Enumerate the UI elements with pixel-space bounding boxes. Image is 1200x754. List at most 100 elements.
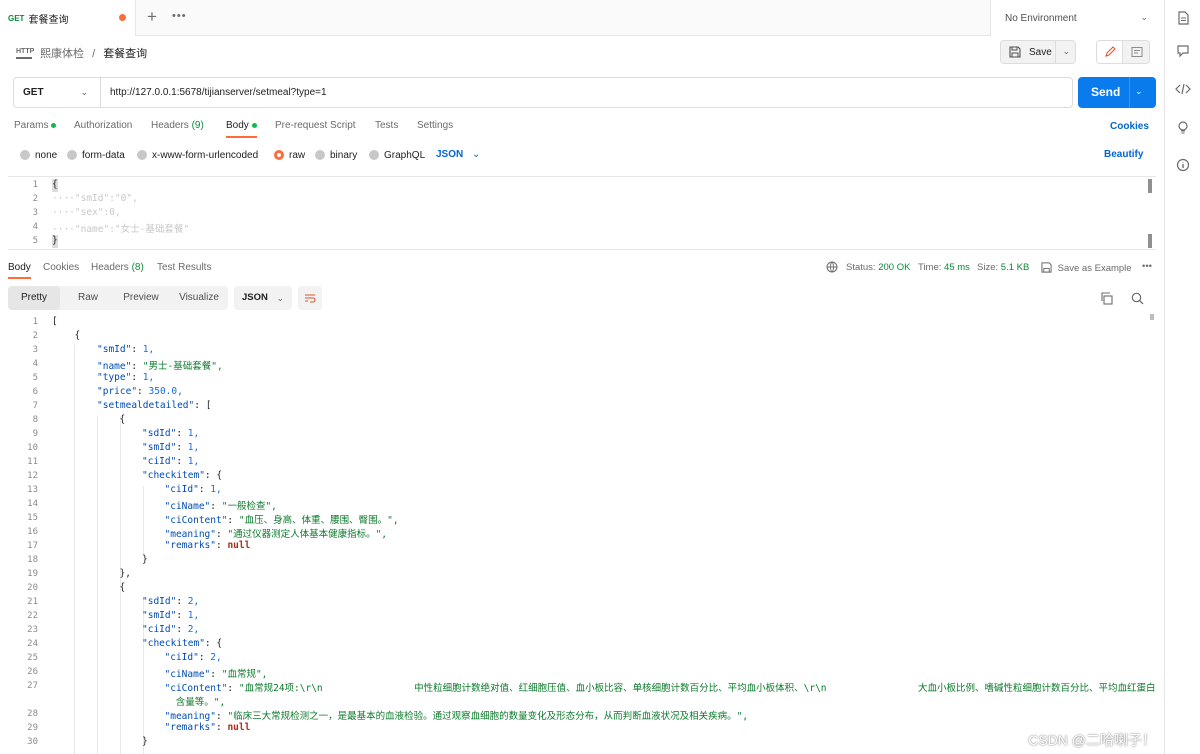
line-number: 19 [27, 569, 38, 579]
beautify-link[interactable]: Beautify [1104, 149, 1143, 160]
view-mode-group: Pretty Raw Preview Visualize [8, 286, 228, 310]
right-sidebar [1164, 0, 1200, 754]
radio-form-data[interactable]: form-data [67, 149, 125, 161]
view-pretty[interactable]: Pretty [8, 286, 60, 310]
code-line: "ciId": 1, [142, 456, 200, 467]
more-tabs-button[interactable]: ••• [172, 10, 187, 22]
request-tab[interactable]: GET 套餐查询 [0, 0, 136, 36]
line-number: 4 [32, 359, 38, 369]
documentation-icon[interactable] [1174, 9, 1192, 27]
globe-icon[interactable] [826, 261, 838, 276]
code-line: { [52, 179, 58, 190]
search-icon[interactable] [1131, 292, 1144, 308]
line-number: 6 [32, 387, 38, 397]
response-body-viewer[interactable]: 1 [2 {3 "smId": 1, 4 "name": "男士-基础套餐", 5 "type… [8, 314, 1156, 754]
body-format-select[interactable]: JSON ⌄ [436, 149, 480, 160]
code-line: "ciName": "一般检查", [164, 501, 277, 512]
view-toggle-group [1096, 40, 1150, 64]
line-number: 10 [27, 443, 38, 453]
line-number: 17 [27, 541, 38, 551]
send-button[interactable]: Send ⌄ [1078, 77, 1156, 108]
code-line: } [52, 235, 58, 246]
view-raw[interactable]: Raw [64, 286, 112, 310]
radio-x-www-form-urlencoded[interactable]: x-www-form-urlencoded [137, 149, 258, 161]
code-line: "name": "男士-基础套餐", [97, 361, 223, 372]
code-line: ····"name":"女士-基础套餐" [52, 224, 190, 235]
copy-icon[interactable] [1100, 292, 1113, 308]
line-number: 5 [32, 373, 38, 383]
radio-none[interactable]: none [20, 149, 57, 161]
url-bar: GET ⌄ http://127.0.0.1:5678/tijianserver… [13, 77, 1073, 108]
breadcrumb-collection[interactable]: 熙康体检 [40, 48, 84, 60]
response-tab-headers[interactable]: Headers (8) [91, 262, 144, 279]
code-line: { [74, 330, 81, 341]
chevron-down-icon[interactable]: ⌄ [1135, 86, 1143, 97]
radio-graphql[interactable]: GraphQL [369, 149, 425, 161]
wrap-lines-icon[interactable] [298, 286, 322, 310]
code-line: } [142, 554, 148, 565]
code-icon[interactable] [1174, 80, 1192, 98]
response-tab-cookies[interactable]: Cookies [43, 262, 79, 279]
code-line: "ciId": 2, [142, 624, 200, 635]
code-line: "sdId": 2, [142, 596, 200, 607]
tab-pre-request-script[interactable]: Pre-request Script [275, 120, 356, 138]
tab-authorization[interactable]: Authorization [74, 120, 132, 138]
params-indicator-dot [51, 122, 57, 128]
response-tab-test-results[interactable]: Test Results [157, 262, 211, 279]
line-number: 24 [27, 639, 38, 649]
breadcrumb: 熙康体检 / 套餐查询 [40, 45, 147, 61]
size-text: Size: 5.1 KB [977, 262, 1030, 273]
environment-selector[interactable]: No Environment ⌄ [990, 0, 1164, 36]
view-visualize[interactable]: Visualize [170, 286, 228, 310]
edit-pencil-icon[interactable] [1097, 41, 1123, 63]
new-tab-button[interactable]: + [144, 8, 160, 26]
comment-panel-icon[interactable] [1124, 41, 1150, 63]
body-indicator-dot [251, 122, 257, 128]
request-body-editor[interactable]: 1 2 3 4 5 { ····"smId":"0", ····"sex":0,… [8, 176, 1156, 250]
tab-settings[interactable]: Settings [417, 120, 453, 138]
code-line: "checkitem": { [142, 470, 223, 481]
time-text: Time: 45 ms [918, 262, 970, 273]
more-options-button[interactable]: ••• [1142, 261, 1152, 272]
code-line: "remarks": null [164, 540, 251, 551]
tab-title: 套餐查询 [28, 14, 69, 26]
view-preview[interactable]: Preview [116, 286, 166, 310]
code-line: "ciId": 2, [164, 652, 222, 663]
line-number: 3 [32, 345, 38, 355]
method-select[interactable]: GET ⌄ [14, 78, 101, 107]
url-input[interactable]: http://127.0.0.1:5678/tijianserver/setme… [110, 78, 327, 107]
code-line: "smId": 1, [97, 344, 155, 355]
tab-body[interactable]: Body [226, 120, 257, 138]
code-line: ····"sex":0, [52, 207, 121, 218]
code-line: ····"smId":"0", [52, 193, 138, 204]
save-icon [1041, 262, 1052, 273]
line-number: 9 [32, 429, 38, 439]
line-number: 15 [27, 513, 38, 523]
tab-params[interactable]: Params [14, 120, 57, 138]
save-button[interactable]: Save ⌄ [1000, 40, 1076, 64]
info-lightbulb-icon[interactable] [1174, 118, 1192, 136]
line-number: 18 [27, 555, 38, 565]
line-number: 1 [32, 317, 38, 327]
cookies-link[interactable]: Cookies [1110, 121, 1149, 132]
code-line: "setmealdetailed": [ [97, 400, 212, 411]
chevron-down-icon[interactable]: ⌄ [1062, 46, 1070, 57]
code-line: [ [52, 316, 58, 327]
response-tab-body[interactable]: Body [8, 262, 31, 279]
comments-icon[interactable] [1174, 42, 1192, 60]
breadcrumb-request[interactable]: 套餐查询 [103, 48, 147, 60]
response-format-select[interactable]: JSON ⌄ [234, 286, 292, 310]
code-line: } [142, 736, 148, 747]
line-number: 29 [27, 723, 38, 733]
info-icon[interactable] [1174, 156, 1192, 174]
tab-headers[interactable]: Headers (9) [151, 120, 204, 138]
headers-count: (9) [191, 120, 204, 131]
line-number: 13 [27, 485, 38, 495]
code-line: "remarks": null [164, 722, 251, 733]
code-line: "checkitem": { [142, 638, 223, 649]
save-example-button[interactable]: Save as Example [1041, 262, 1132, 274]
radio-binary[interactable]: binary [315, 149, 357, 161]
tab-tests[interactable]: Tests [375, 120, 398, 138]
radio-raw[interactable]: raw [274, 149, 305, 161]
method-label: GET [23, 87, 44, 98]
